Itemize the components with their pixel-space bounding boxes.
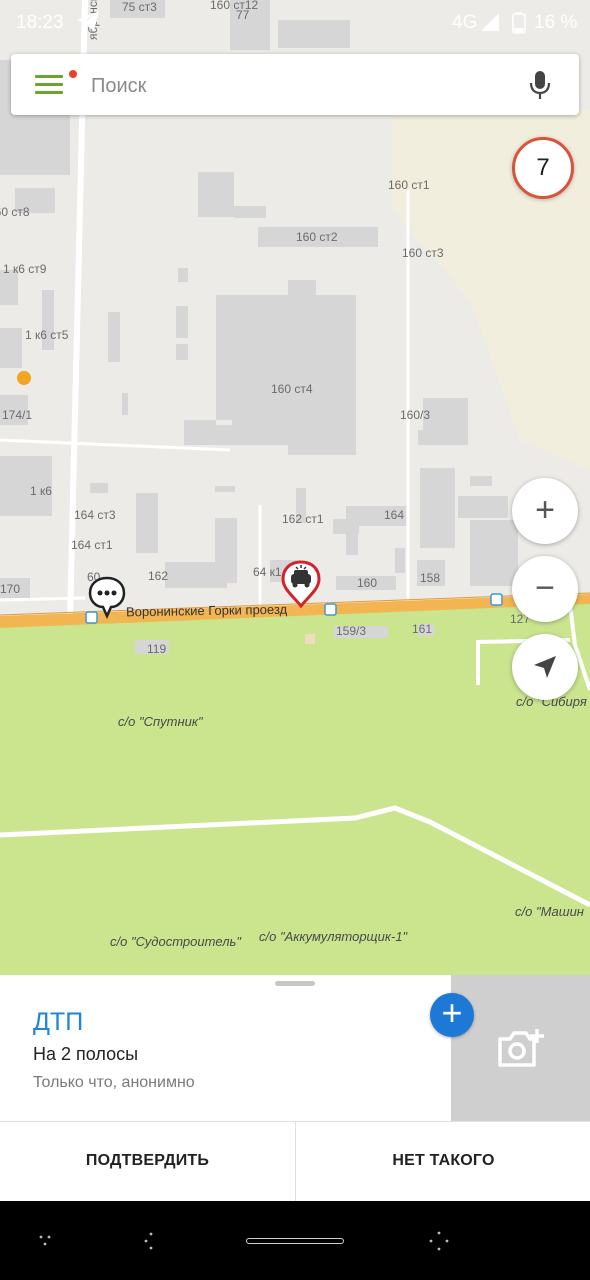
microphone-icon[interactable]: [527, 70, 553, 100]
park-label: с/о "Машин: [515, 904, 584, 919]
building-label: 160 ст4: [271, 382, 313, 396]
locate-me-button[interactable]: [512, 634, 578, 700]
building-label: 1 к6: [30, 484, 52, 498]
drag-handle[interactable]: [275, 981, 315, 986]
building-label: 160: [357, 576, 378, 590]
nav-dots-icon[interactable]: [428, 1230, 450, 1252]
building-label: 158: [420, 571, 441, 585]
building-label: 162 ст1: [282, 512, 324, 526]
plus-icon: +: [535, 491, 555, 529]
search-bar[interactable]: [11, 54, 579, 115]
navigation-arrow-icon: [534, 656, 556, 678]
map-view[interactable]: 75 ст3 160 ст12 77 160 ст1 160 ст8 160 с…: [0, 0, 590, 975]
status-time: 18:23: [16, 12, 64, 33]
battery-percent: 16 %: [534, 12, 578, 33]
building-label: 160 ст3: [402, 246, 444, 260]
park-label: с/о "Судостроитель": [110, 934, 242, 949]
building-label: 160 ст8: [0, 205, 30, 219]
add-photo-button[interactable]: [451, 975, 590, 1122]
building-label: 1 к6 ст5: [25, 328, 69, 342]
deny-button[interactable]: НЕТ ТАКОГО: [296, 1122, 590, 1201]
building-label: 119: [147, 642, 167, 656]
home-pill[interactable]: [246, 1238, 344, 1244]
zoom-out-button[interactable]: −: [512, 556, 578, 622]
telegram-icon: [76, 10, 100, 38]
building-label: 164 ст1: [71, 538, 113, 552]
network-type: 4G: [452, 12, 478, 33]
status-bar: 18:23 4G 16 %: [0, 0, 590, 46]
nav-dots-icon[interactable]: [142, 1231, 160, 1251]
incident-meta: Только что, анонимно: [33, 1074, 195, 1091]
park-label: с/о "Аккумуляторщик-1": [259, 929, 408, 944]
notification-dot: [69, 70, 77, 78]
confirm-button[interactable]: ПОДТВЕРДИТЬ: [0, 1122, 295, 1201]
battery-icon: [512, 12, 526, 40]
nav-dots-icon[interactable]: [38, 1233, 54, 1249]
incident-description: На 2 полосы: [33, 1044, 139, 1064]
incident-title: ДТП: [33, 1008, 84, 1036]
building-label: 170: [0, 582, 21, 596]
building-label: 159/3: [336, 624, 367, 638]
building-label: 164: [384, 508, 405, 522]
park-label: с/о "Спутник": [118, 714, 203, 729]
building-label: 162: [148, 569, 169, 583]
building-label: 160 ст1: [388, 178, 430, 192]
search-input[interactable]: [89, 70, 493, 102]
building-label: 64 к1: [253, 565, 282, 579]
zoom-in-button[interactable]: +: [512, 478, 578, 544]
traffic-level-button[interactable]: 7: [512, 137, 574, 199]
building-label: 174/1: [2, 408, 33, 422]
menu-icon[interactable]: [35, 75, 65, 95]
add-comment-button[interactable]: +: [430, 993, 474, 1037]
minus-icon: −: [535, 569, 555, 607]
building-label: 164 ст3: [74, 508, 116, 522]
building-label: 161: [412, 622, 433, 636]
building-label: 160/3: [400, 408, 431, 422]
building-label: 160 ст2: [296, 230, 338, 244]
road-label: Воронинские Горки проезд: [125, 601, 288, 620]
signal-icon: [480, 12, 500, 38]
building-label: 1 к6 ст9: [3, 262, 47, 276]
map-canvas: [0, 0, 590, 975]
system-nav-bar: [0, 1201, 590, 1280]
camera-add-icon: [498, 1029, 544, 1067]
incident-card[interactable]: ДТП На 2 полосы Только что, анонимно + П…: [0, 975, 590, 1201]
